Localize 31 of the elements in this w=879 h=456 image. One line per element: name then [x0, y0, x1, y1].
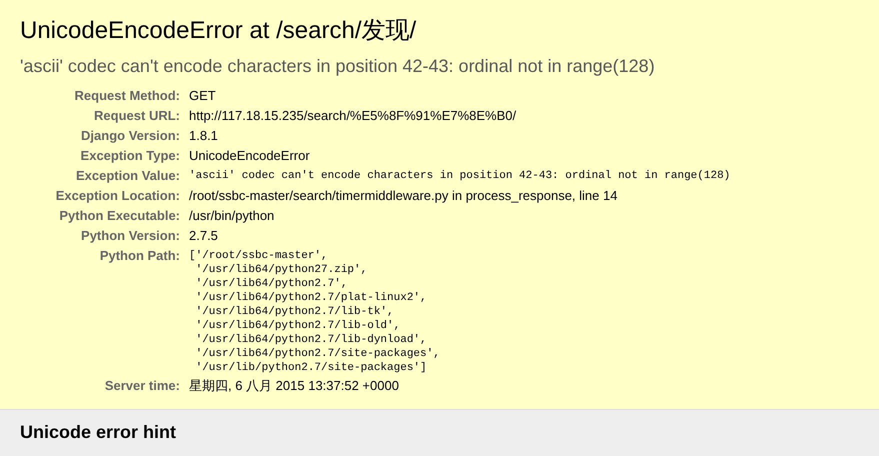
field-label: Request URL: — [93, 107, 180, 125]
field-label: Python Version: — [80, 227, 180, 245]
field-value: http://117.18.15.235/search/%E5%8F%91%E7%8E%B0/ — [189, 107, 518, 125]
code-line: '/usr/lib64/python2.7/lib-old', — [194, 319, 402, 333]
field-value: 星期四, 6 八月 2015 13:37:52 +0000 — [189, 377, 400, 395]
field-label: Exception Type: — [80, 147, 180, 165]
field-value: UnicodeEncodeError — [189, 147, 311, 165]
error-title: UnicodeEncodeError at /search/发现/ — [20, 16, 418, 46]
code-line: '/usr/lib64/python27.zip', — [194, 263, 368, 277]
field-label: Server time: — [104, 377, 180, 395]
field-label: Django Version: — [80, 127, 180, 145]
field-label: Python Path: — [98, 247, 180, 265]
code-line: 'ascii' codec can't encode characters in position 42-43: ordinal not in range(128) — [189, 169, 730, 183]
field-value: 2.7.5 — [189, 227, 219, 245]
code-line: '/usr/lib64/python2.7/site-packages', — [194, 347, 441, 361]
field-label: Python Executable: — [58, 207, 180, 225]
field-value: 1.8.1 — [189, 127, 219, 145]
code-line: '/usr/lib64/python2.7/lib-dynload', — [194, 333, 428, 347]
code-line: '/usr/lib64/python2.7/lib-tk', — [194, 305, 395, 319]
code-line: '/usr/lib/python2.7/site-packages'] — [194, 361, 428, 375]
field-value: /root/ssbc-master/search/timermiddleware.py in process_response, line 14 — [189, 187, 618, 205]
field-label: Exception Value: — [74, 167, 180, 185]
code-line: ['/root/ssbc-master', — [189, 249, 329, 263]
exception-message: 'ascii' codec can't encode characters in position 42-43: ordinal not in range(128) — [20, 56, 656, 77]
field-value: GET — [189, 87, 217, 105]
field-label: Request Method: — [74, 87, 180, 105]
code-line: '/usr/lib64/python2.7', — [194, 277, 348, 291]
hint-title: Unicode error hint — [20, 422, 178, 443]
code-line: '/usr/lib64/python2.7/plat-linux2', — [194, 291, 428, 305]
field-label: Exception Location: — [54, 187, 180, 205]
field-value: /usr/bin/python — [189, 207, 276, 225]
